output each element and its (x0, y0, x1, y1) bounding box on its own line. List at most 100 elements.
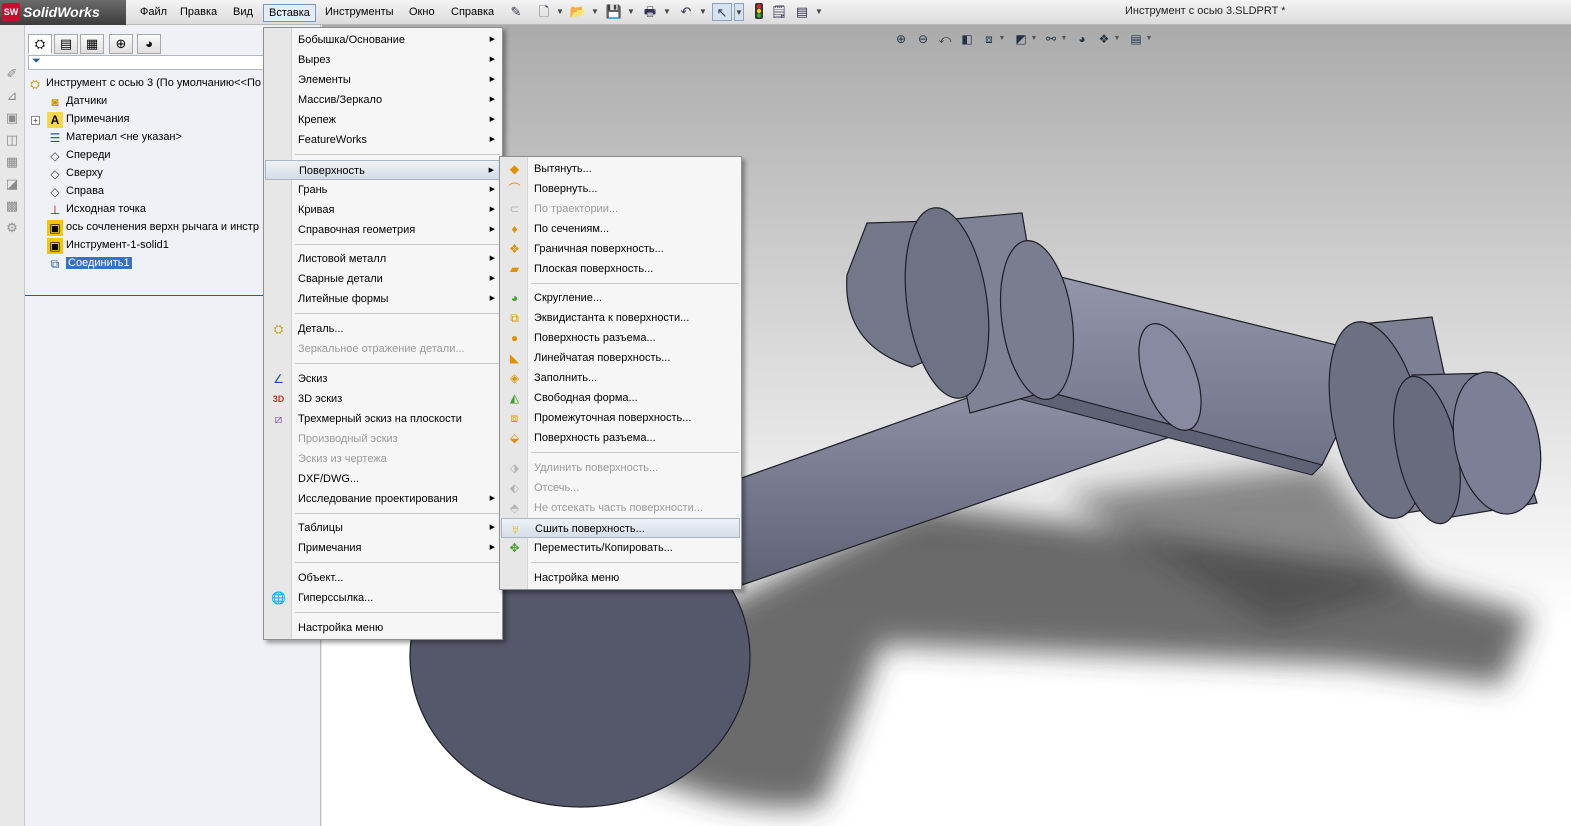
menu-item-offset-surface[interactable]: ⧉ Эквидистанта к поверхности... (501, 308, 740, 328)
menu-item-mid-surface[interactable]: ⧈ Промежуточная поверхность... (501, 408, 740, 428)
menu-item-object[interactable]: Объект... (265, 568, 501, 588)
new-dropdown-icon[interactable]: ▼ (555, 3, 565, 21)
menu-item-label: Настройка меню (534, 572, 620, 584)
plane-icon: ◇ (50, 185, 60, 199)
menu-insert[interactable]: Вставка (263, 4, 316, 22)
menu-window[interactable]: Окно (404, 4, 440, 22)
insert-menu: Бобышка/Основание ▶ Вырез ▶ Элементы ▶ Масс… (263, 27, 503, 640)
sketch-tool-icon[interactable]: ✐ (3, 65, 21, 83)
menu-item-loft-surface[interactable]: ♦ По сечениям... (501, 219, 740, 239)
menu-item-face[interactable]: Грань ▶ (265, 180, 501, 200)
menu-item-ruled-surface[interactable]: ◣ Линейчатая поверхность... (501, 348, 740, 368)
menu-item-revolve-surface[interactable]: ⌒ Повернуть... (501, 179, 740, 199)
print-dropdown-icon[interactable]: ▼ (662, 3, 672, 21)
pin-icon[interactable]: ✎ (506, 3, 526, 21)
select-dropdown-icon[interactable]: ▼ (734, 3, 744, 21)
rebuild-traffic-light-icon[interactable] (749, 3, 769, 21)
menu-item-fillet[interactable]: ◕ Скругление... (501, 288, 740, 308)
menu-item-label: DXF/DWG... (298, 473, 360, 485)
open-icon[interactable]: 📂 (568, 3, 588, 21)
menu-item-label: Листовой металл (298, 253, 387, 265)
menu-item-label: Удлинить поверхность... (534, 462, 659, 474)
menu-item-label: Деталь... (298, 323, 344, 335)
options-dropdown-icon[interactable]: ▼ (814, 3, 824, 21)
menu-item-dxf-dwg[interactable]: DXF/DWG... (265, 469, 501, 489)
menu-separator (531, 452, 739, 453)
property-manager-tab-icon[interactable]: ▤ (54, 34, 78, 54)
select-cursor-icon[interactable]: ↖ (712, 3, 732, 21)
cut-tool-icon[interactable]: ▦ (3, 153, 21, 171)
menu-item-radiate-surface[interactable]: ● Поверхность разъема... (501, 328, 740, 348)
menu-item-cut[interactable]: Вырез ▶ (265, 50, 501, 70)
menu-item-planar-surface[interactable]: ▰ Плоская поверхность... (501, 259, 740, 279)
menu-edit[interactable]: Правка (175, 4, 222, 22)
pattern-tool-icon[interactable]: ▩ (3, 197, 21, 215)
revolve-tool-icon[interactable]: ◫ (3, 131, 21, 149)
menu-item-sketch[interactable]: ∠ Эскиз (265, 369, 501, 389)
menu-item-sheet-metal[interactable]: Листовой металл ▶ (265, 249, 501, 269)
menu-item-featureworks[interactable]: FeatureWorks ▶ (265, 130, 501, 150)
revolve-surface-icon: ⌒ (508, 182, 521, 196)
menu-item-hyperlink[interactable]: 🌐 Гиперссылка... (265, 588, 501, 608)
save-icon[interactable]: 💾 (604, 3, 624, 21)
menu-view[interactable]: Вид (228, 4, 258, 22)
extrude-tool-icon[interactable]: ▣ (3, 109, 21, 127)
menu-item-sketch-from-drawing: Эскиз из чертежа (265, 449, 501, 469)
feature-tree-tab-icon[interactable]: ⛭ (28, 34, 52, 54)
planar-surface-icon: ▰ (509, 262, 520, 276)
menu-item-label: По сечениям... (534, 223, 610, 235)
menu-item-features[interactable]: Элементы ▶ (265, 70, 501, 90)
menu-separator (295, 612, 500, 613)
menu-item-customize-menu[interactable]: Настройка меню (265, 618, 501, 638)
menu-item-molds[interactable]: Литейные формы ▶ (265, 289, 501, 309)
menu-item-design-study[interactable]: Исследование проектирования ▶ (265, 489, 501, 509)
menu-item-freeform[interactable]: ◭ Свободная форма... (501, 388, 740, 408)
menu-item-annotations[interactable]: Примечания ▶ (265, 538, 501, 558)
open-dropdown-icon[interactable]: ▼ (590, 3, 600, 21)
menu-item-tables[interactable]: Таблицы ▶ (265, 518, 501, 538)
fillet-tool-icon[interactable]: ◪ (3, 175, 21, 193)
menu-item-label: Производный эскиз (298, 433, 398, 445)
menu-item-surface[interactable]: Поверхность ▶ (265, 160, 501, 180)
display-manager-tab-icon[interactable]: ◕ (137, 34, 161, 54)
file-properties-icon[interactable]: 🗒 (769, 3, 789, 21)
menu-item-fill-surface[interactable]: ◈ Заполнить... (501, 368, 740, 388)
menu-item-extrude-surface[interactable]: ◆ Вытянуть... (501, 159, 740, 179)
menu-item-weldments[interactable]: Сварные детали ▶ (265, 269, 501, 289)
menu-item-part[interactable]: ⛭ Деталь... (265, 319, 501, 339)
solidworks-logo[interactable]: SW SolidWorks (0, 0, 126, 25)
options-icon[interactable]: ▤ (792, 3, 812, 21)
menu-item-curve[interactable]: Кривая ▶ (265, 200, 501, 220)
menu-item-pattern-mirror[interactable]: Массив/Зеркало ▶ (265, 90, 501, 110)
smart-dimension-icon[interactable]: ⊿ (3, 87, 21, 105)
undo-dropdown-icon[interactable]: ▼ (698, 3, 708, 21)
menu-item-knit-surface[interactable]: ♅ Сшить поверхность... (501, 518, 740, 538)
menu-item-boss-base[interactable]: Бобышка/Основание ▶ (265, 30, 501, 50)
menu-item-boundary-surface[interactable]: ❖ Граничная поверхность... (501, 239, 740, 259)
menu-file[interactable]: Файл (135, 4, 172, 22)
menu-item-move-copy[interactable]: ✥ Переместить/Копировать... (501, 538, 740, 558)
tree-item-label: Спереди (66, 149, 111, 161)
menu-item-reference-geometry[interactable]: Справочная геометрия ▶ (265, 220, 501, 240)
menu-separator (295, 154, 500, 155)
menu-help[interactable]: Справка (446, 4, 499, 22)
menu-item-3d-sketch[interactable]: 3D 3D эскиз (265, 389, 501, 409)
menu-item-mirror-part: Зеркальное отражение детали... (265, 339, 501, 359)
dimxpert-tab-icon[interactable]: ⊕ (109, 34, 133, 54)
menu-item-3d-sketch-plane[interactable]: ⧄ Трехмерный эскиз на плоскости (265, 409, 501, 429)
undo-icon[interactable]: ↶ (676, 3, 696, 21)
submenu-arrow-icon: ▶ (489, 544, 495, 551)
menu-item-parting-surface[interactable]: ⬙ Поверхность разъема... (501, 428, 740, 448)
new-document-icon[interactable]: 🗋 (534, 3, 554, 21)
title-menu-bar: SW SolidWorks Файл Правка Вид Вставка Ин… (0, 0, 1571, 25)
configuration-manager-tab-icon[interactable]: ▦ (80, 34, 104, 54)
menu-item-customize-menu[interactable]: Настройка меню (501, 568, 740, 588)
menu-item-fastening[interactable]: Крепеж ▶ (265, 110, 501, 130)
menu-item-label: Литейные формы (298, 293, 389, 305)
menu-tools[interactable]: Инструменты (320, 4, 399, 22)
reference-tool-icon[interactable]: ⚙ (3, 219, 21, 237)
filter-icon[interactable]: ⏷ (32, 55, 41, 68)
save-dropdown-icon[interactable]: ▼ (626, 3, 636, 21)
expand-icon[interactable]: + (31, 116, 40, 125)
print-icon[interactable]: 🖶 (640, 3, 660, 21)
